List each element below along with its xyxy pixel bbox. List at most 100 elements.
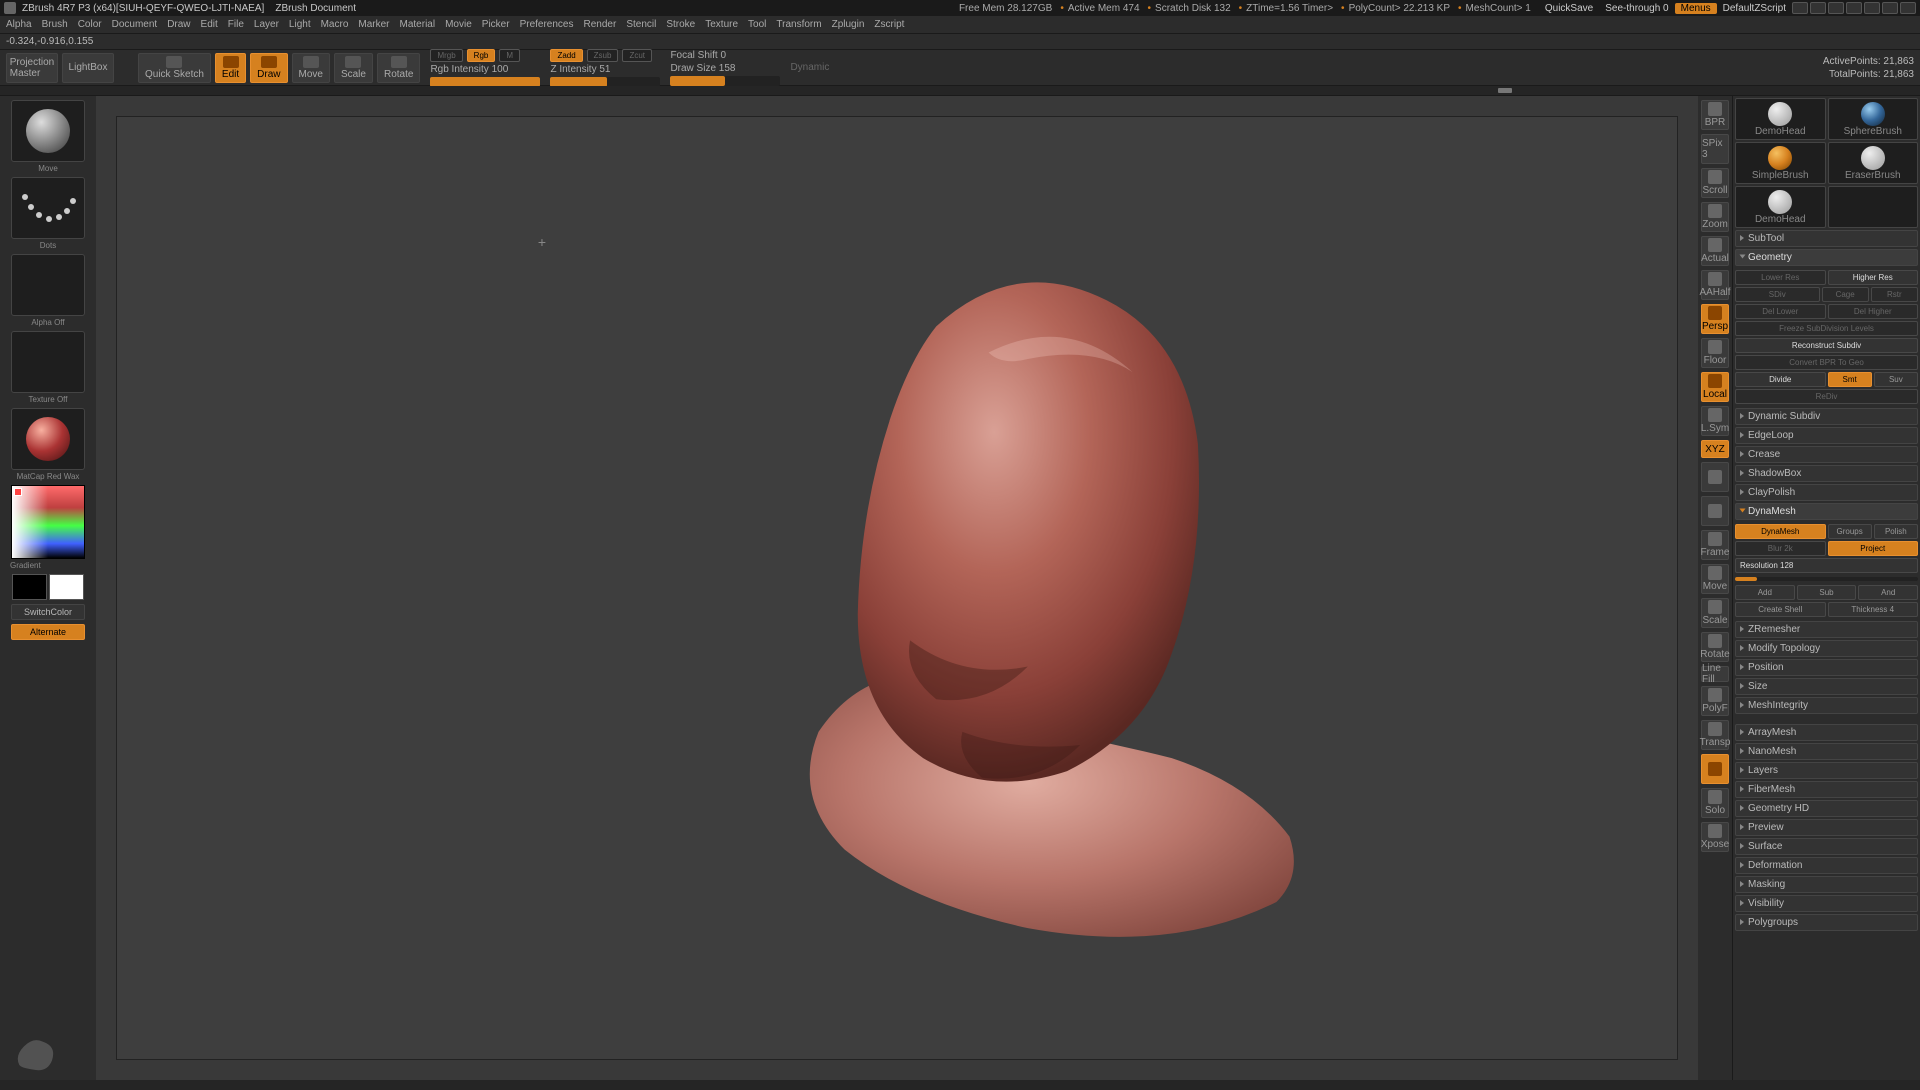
section-nanomesh[interactable]: NanoMesh — [1735, 743, 1918, 760]
alpha-thumbnail[interactable] — [11, 254, 85, 316]
menu-file[interactable]: File — [228, 19, 244, 30]
sdiv-slider[interactable]: SDiv — [1735, 287, 1820, 302]
menu-zscript[interactable]: Zscript — [874, 19, 904, 30]
scroll-button[interactable]: Scroll — [1701, 168, 1729, 198]
menu-transform[interactable]: Transform — [776, 19, 821, 30]
win-btn-3[interactable] — [1828, 2, 1844, 14]
rstr-button[interactable]: Rstr — [1871, 287, 1918, 302]
menu-stroke[interactable]: Stroke — [666, 19, 695, 30]
tool-thumb-eraserbrush[interactable]: EraserBrush — [1828, 142, 1919, 184]
section-mesh-integrity[interactable]: MeshIntegrity — [1735, 697, 1918, 714]
and-button[interactable]: And — [1858, 585, 1918, 600]
section-geometry-hd[interactable]: Geometry HD — [1735, 800, 1918, 817]
convert-bpr-button[interactable]: Convert BPR To Geo — [1735, 355, 1918, 370]
menu-zplugin[interactable]: Zplugin — [832, 19, 865, 30]
section-size[interactable]: Size — [1735, 678, 1918, 695]
defaultzscript-button[interactable]: DefaultZScript — [1717, 3, 1792, 14]
projection-master-button[interactable]: Projection Master — [6, 53, 58, 83]
tool-thumb-demohead[interactable]: DemoHead — [1735, 98, 1826, 140]
aahalf-button[interactable]: AAHalf — [1701, 270, 1729, 300]
thickness-slider[interactable]: Thickness 4 — [1828, 602, 1919, 617]
cam-button-2[interactable] — [1701, 496, 1729, 526]
alternate-button[interactable]: Alternate — [11, 624, 85, 640]
sub-button[interactable]: Sub — [1797, 585, 1857, 600]
menu-layer[interactable]: Layer — [254, 19, 279, 30]
groups-button[interactable]: Groups — [1828, 524, 1872, 539]
menu-stencil[interactable]: Stencil — [626, 19, 656, 30]
xyz-button[interactable]: XYZ — [1701, 440, 1729, 458]
section-shadowbox[interactable]: ShadowBox — [1735, 465, 1918, 482]
project-button[interactable]: Project — [1828, 541, 1919, 556]
viewport[interactable]: + — [116, 116, 1678, 1060]
menu-document[interactable]: Document — [112, 19, 158, 30]
section-dynamesh[interactable]: DynaMesh — [1735, 503, 1918, 520]
brush-thumbnail[interactable] — [11, 100, 85, 162]
tool-thumb-spherebrush[interactable]: SphereBrush — [1828, 98, 1919, 140]
cam-button-1[interactable] — [1701, 462, 1729, 492]
section-position[interactable]: Position — [1735, 659, 1918, 676]
quicksketch-button[interactable]: Quick Sketch — [138, 53, 211, 83]
higher-res-button[interactable]: Higher Res — [1828, 270, 1919, 285]
win-close[interactable] — [1900, 2, 1916, 14]
draw-size-slider[interactable] — [670, 76, 780, 86]
lower-res-button[interactable]: Lower Res — [1735, 270, 1826, 285]
freeze-button[interactable]: Freeze SubDivision Levels — [1735, 321, 1918, 336]
quicksave-button[interactable]: QuickSave — [1539, 3, 1599, 14]
swatch-white[interactable] — [49, 574, 84, 600]
zsub-button[interactable]: Zsub — [587, 49, 619, 62]
resolution-slider[interactable]: Resolution 128 — [1735, 558, 1918, 573]
polish-button[interactable]: Polish — [1874, 524, 1918, 539]
menu-macro[interactable]: Macro — [321, 19, 349, 30]
smt-button[interactable]: Smt — [1828, 372, 1872, 387]
material-thumbnail[interactable] — [11, 408, 85, 470]
menu-preferences[interactable]: Preferences — [520, 19, 574, 30]
section-fibermesh[interactable]: FiberMesh — [1735, 781, 1918, 798]
section-edgeloop[interactable]: EdgeLoop — [1735, 427, 1918, 444]
move-button[interactable]: Move — [292, 53, 330, 83]
menu-edit[interactable]: Edit — [201, 19, 218, 30]
move-nav-button[interactable]: Move — [1701, 564, 1729, 594]
rgb-button[interactable]: Rgb — [467, 49, 496, 62]
menu-movie[interactable]: Movie — [445, 19, 472, 30]
lightbox-button[interactable]: LightBox — [62, 53, 114, 83]
menu-light[interactable]: Light — [289, 19, 311, 30]
dynamesh-button[interactable]: DynaMesh — [1735, 524, 1826, 539]
local-button[interactable]: Local — [1701, 372, 1729, 402]
m-button[interactable]: M — [499, 49, 520, 62]
menu-color[interactable]: Color — [78, 19, 102, 30]
bpr-button[interactable]: BPR — [1701, 100, 1729, 130]
lsym-button[interactable]: L.Sym — [1701, 406, 1729, 436]
menu-render[interactable]: Render — [584, 19, 617, 30]
add-button[interactable]: Add — [1735, 585, 1795, 600]
section-visibility[interactable]: Visibility — [1735, 895, 1918, 912]
zoom-button[interactable]: Zoom — [1701, 202, 1729, 232]
rotate-nav-button[interactable]: Rotate — [1701, 632, 1729, 662]
polyf-button[interactable]: PolyF — [1701, 686, 1729, 716]
frame-button[interactable]: Frame — [1701, 530, 1729, 560]
scale-nav-button[interactable]: Scale — [1701, 598, 1729, 628]
section-deformation[interactable]: Deformation — [1735, 857, 1918, 874]
tool-thumb-demohead2[interactable]: DemoHead — [1735, 186, 1826, 228]
win-btn-4[interactable] — [1846, 2, 1862, 14]
menu-material[interactable]: Material — [400, 19, 436, 30]
section-zremesher[interactable]: ZRemesher — [1735, 621, 1918, 638]
solo-button[interactable]: Solo — [1701, 788, 1729, 818]
persp-button[interactable]: Persp — [1701, 304, 1729, 334]
reconstruct-button[interactable]: Reconstruct Subdiv — [1735, 338, 1918, 353]
section-arraymesh[interactable]: ArrayMesh — [1735, 724, 1918, 741]
section-polygroups[interactable]: Polygroups — [1735, 914, 1918, 931]
create-shell-button[interactable]: Create Shell — [1735, 602, 1826, 617]
history-strip[interactable] — [0, 86, 1920, 96]
menu-texture[interactable]: Texture — [705, 19, 738, 30]
blur-slider[interactable]: Blur 2k — [1735, 541, 1826, 556]
swatch-black[interactable] — [12, 574, 47, 600]
linefill-button[interactable]: Line Fill — [1701, 666, 1729, 682]
menu-brush[interactable]: Brush — [42, 19, 68, 30]
zcut-button[interactable]: Zcut — [622, 49, 652, 62]
section-crease[interactable]: Crease — [1735, 446, 1918, 463]
section-dynamic-subdiv[interactable]: Dynamic Subdiv — [1735, 408, 1918, 425]
texture-thumbnail[interactable] — [11, 331, 85, 393]
section-claypolish[interactable]: ClayPolish — [1735, 484, 1918, 501]
ghost-button[interactable] — [1701, 754, 1729, 784]
edit-button[interactable]: Edit — [215, 53, 246, 83]
